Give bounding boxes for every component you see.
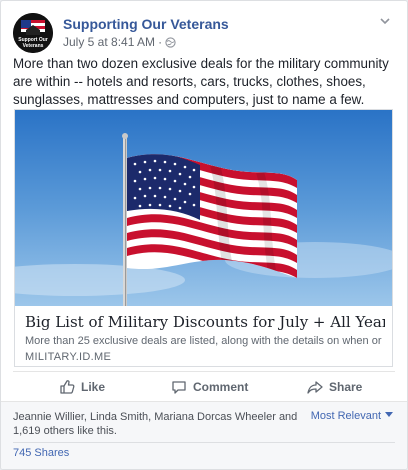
link-preview-image[interactable] [15,110,392,306]
post-header: Support Our Veterans Supporting Our Vete… [13,13,393,53]
comment-icon [171,379,187,395]
share-label: Share [329,380,363,394]
share-button[interactable]: Share [307,376,362,398]
link-description: More than 25 exclusive deals are listed,… [25,335,385,347]
post-timestamp[interactable]: July 5 at 8:41 AM [63,35,155,49]
share-icon [307,379,323,395]
svg-text:Veterans: Veterans [23,43,44,49]
flag-image [15,110,392,306]
like-label: Like [81,380,106,394]
link-title[interactable]: Big List of Military Discounts for July … [25,313,385,331]
post-meta: July 5 at 8:41 AM · [63,35,176,51]
comment-button[interactable]: Comment [171,376,248,398]
page-avatar[interactable]: Support Our Veterans [13,13,53,53]
shares-count[interactable]: 745 Shares [13,447,69,459]
meta-separator: · [158,35,163,49]
likes-summary[interactable]: Jeannie Willier, Linda Smith, Mariana Do… [13,410,303,438]
post-footer: Jeannie Willier, Linda Smith, Mariana Do… [1,401,407,469]
like-icon [59,379,75,395]
chevron-down-icon[interactable] [377,15,393,31]
comment-label: Comment [193,380,249,394]
sort-label: Most Relevant [310,410,381,422]
like-button[interactable]: Like [59,376,105,398]
footer-divider [13,442,395,443]
post-body-text: More than two dozen exclusive deals for … [13,56,389,107]
page-name-link[interactable]: Supporting Our Veterans [63,16,229,32]
avatar-logo: Support Our Veterans [13,13,53,53]
comment-sort-dropdown[interactable]: Most Relevant [311,410,393,422]
post-card: Support Our Veterans Supporting Our Vete… [0,0,408,470]
link-domain: MILITARY.ID.ME [25,351,112,363]
globe-icon[interactable] [165,37,176,51]
post-actions-bar: Like Comment Share [13,371,395,402]
link-preview[interactable]: Big List of Military Discounts for July … [14,109,393,367]
caret-down-icon [385,411,393,420]
